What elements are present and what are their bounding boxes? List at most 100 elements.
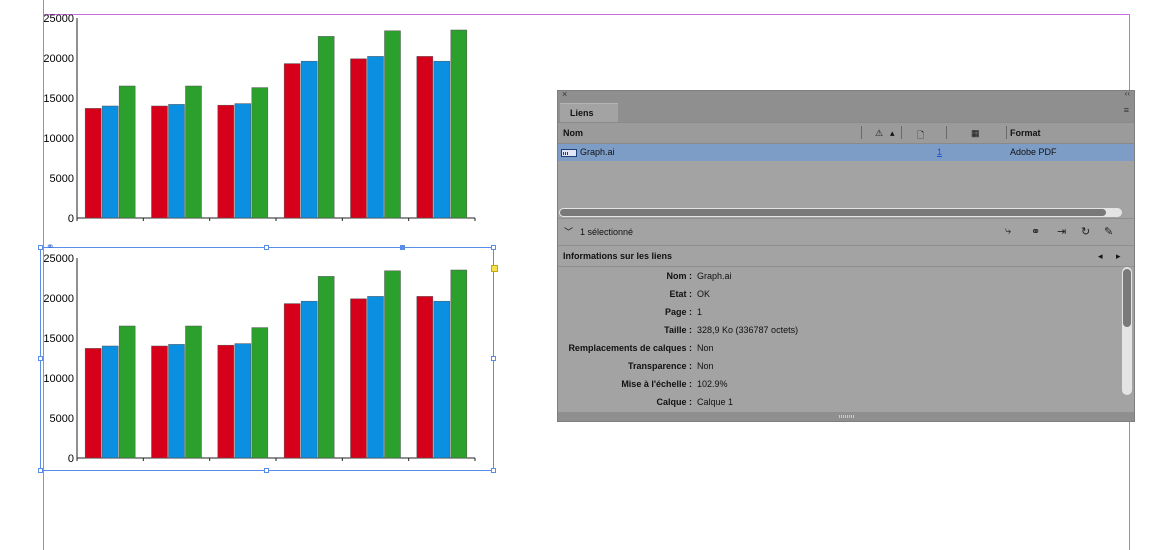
bar	[283, 63, 301, 219]
resize-handle-bl[interactable]	[38, 468, 43, 473]
warning-icon[interactable]: ⚠	[875, 128, 883, 139]
info-row: Mise à l'échelle : 102.9%	[558, 375, 1134, 393]
column-name[interactable]: Nom	[563, 128, 583, 138]
link-row-selected[interactable]: Graph.ai 1 Adobe PDF	[558, 144, 1134, 161]
panel-titlebar: × ‹‹	[558, 89, 1134, 100]
sort-icon[interactable]: ▴	[890, 128, 895, 139]
bar	[450, 29, 468, 219]
link-info-header: Informations sur les liens ◂ ▸	[558, 245, 1134, 267]
info-scroll-thumb[interactable]	[1123, 269, 1131, 327]
link-page-link[interactable]: 1	[937, 147, 942, 157]
link-info-body: Nom : Graph.ai Etat : OK Page : 1 Taille : 328,…	[558, 267, 1134, 407]
bar	[168, 104, 185, 219]
bar	[185, 85, 202, 219]
link-name: Graph.ai	[580, 147, 615, 157]
link-format: Adobe PDF	[1010, 147, 1057, 157]
y-tick-label: 25000	[43, 13, 74, 25]
resize-handle-tr[interactable]	[491, 245, 496, 250]
info-value: Graph.ai	[697, 271, 732, 281]
bar	[350, 58, 367, 219]
bar	[251, 87, 269, 219]
panel-bottom-bar	[558, 412, 1134, 421]
selection-count: 1 sélectionné	[580, 227, 634, 237]
tab-liens[interactable]: Liens	[560, 103, 618, 122]
column-format[interactable]: Format	[1010, 128, 1041, 138]
linked-file-icon	[561, 149, 577, 157]
bar-chart-top[interactable]: 0 5000 10000 15000 20000 25000	[20, 8, 490, 226]
collapse-icon[interactable]: ‹‹	[1125, 89, 1130, 98]
info-key: Etat :	[669, 289, 693, 299]
resize-handle-tl[interactable]	[38, 245, 43, 250]
bar	[217, 104, 235, 219]
link-badge-icon: ⚭	[46, 242, 55, 253]
info-row: Page : 1	[558, 303, 1134, 321]
bar	[384, 30, 401, 219]
bar	[433, 60, 451, 219]
info-row: Taille : 328,9 Ko (336787 octets)	[558, 321, 1134, 339]
bar	[151, 105, 168, 219]
y-tick-label: 5000	[50, 173, 74, 185]
panel-menu-icon[interactable]: ≡	[1124, 105, 1129, 115]
resize-handle-tc[interactable]	[264, 245, 269, 250]
bar	[300, 60, 318, 219]
column-separator	[946, 126, 947, 139]
close-icon[interactable]: ×	[562, 89, 567, 99]
resize-handle-bc[interactable]	[264, 468, 269, 473]
info-key: Transparence :	[627, 361, 692, 371]
links-list-empty-area	[558, 161, 1134, 207]
column-separator	[901, 126, 902, 139]
page-icon[interactable]: 🗋	[917, 128, 924, 144]
next-link-icon[interactable]: ▸	[1116, 251, 1121, 262]
info-value: 1	[697, 307, 703, 317]
relink-icon[interactable]: ⤷	[1005, 225, 1011, 238]
resize-handle-mr[interactable]	[491, 356, 496, 361]
selection-status-row: ﹀ 1 sélectionné ⤷ ⚭ ⇥ ↻ ✎	[558, 218, 1134, 245]
info-row: Remplacements de calques : Non	[558, 339, 1134, 357]
go-to-link-icon[interactable]: ⚭	[1031, 225, 1040, 238]
info-value: 102.9%	[697, 379, 728, 389]
resize-handle-br[interactable]	[491, 468, 496, 473]
info-row: Etat : OK	[558, 285, 1134, 303]
info-key: Nom :	[666, 271, 693, 281]
link-info-title: Informations sur les liens	[563, 251, 673, 261]
info-value: Non	[697, 361, 714, 371]
info-key: Calque :	[656, 397, 692, 407]
y-tick-label: 10000	[43, 133, 74, 145]
info-value: Non	[697, 343, 714, 353]
info-key: Taille :	[664, 325, 692, 335]
prev-link-icon[interactable]: ◂	[1098, 251, 1103, 262]
y-tick-label: 15000	[43, 93, 74, 105]
column-separator	[861, 126, 862, 139]
chevron-down-icon[interactable]: ﹀	[564, 225, 573, 238]
content-grabber-handle[interactable]	[400, 245, 405, 250]
scroll-thumb[interactable]	[560, 209, 1106, 216]
links-column-header: Nom ⚠ ▴ 🗋 ▦ Format	[558, 122, 1134, 144]
info-row: Nom : Graph.ai	[558, 267, 1134, 285]
info-row: Transparence : Non	[558, 357, 1134, 375]
bar	[317, 36, 335, 219]
y-tick-label: 20000	[43, 53, 74, 65]
edit-original-icon[interactable]: ✎	[1104, 225, 1113, 238]
info-key: Remplacements de calques :	[568, 343, 692, 353]
bar	[234, 103, 252, 219]
info-scrollbar[interactable]	[1122, 267, 1132, 395]
selection-frame[interactable]	[40, 247, 494, 471]
horizontal-scrollbar[interactable]	[558, 207, 1134, 218]
bar	[101, 105, 119, 219]
resize-handle-ml[interactable]	[38, 356, 43, 361]
y-tick-label: 0	[68, 213, 74, 225]
bar	[84, 108, 102, 219]
panel-tabbar: Liens ≡	[558, 100, 1134, 122]
info-value: 328,9 Ko (336787 octets)	[697, 325, 799, 335]
bar	[118, 85, 136, 219]
resize-grip[interactable]	[839, 415, 855, 418]
info-key: Page :	[664, 307, 692, 317]
bar	[416, 56, 434, 219]
info-value: OK	[697, 289, 711, 299]
grid-icon[interactable]: ▦	[971, 128, 980, 139]
corner-options-handle[interactable]	[491, 265, 498, 272]
refresh-icon[interactable]: ↻	[1081, 225, 1090, 238]
info-key: Mise à l'échelle :	[621, 379, 692, 389]
bar	[367, 56, 384, 219]
update-link-icon[interactable]: ⇥	[1057, 225, 1066, 238]
